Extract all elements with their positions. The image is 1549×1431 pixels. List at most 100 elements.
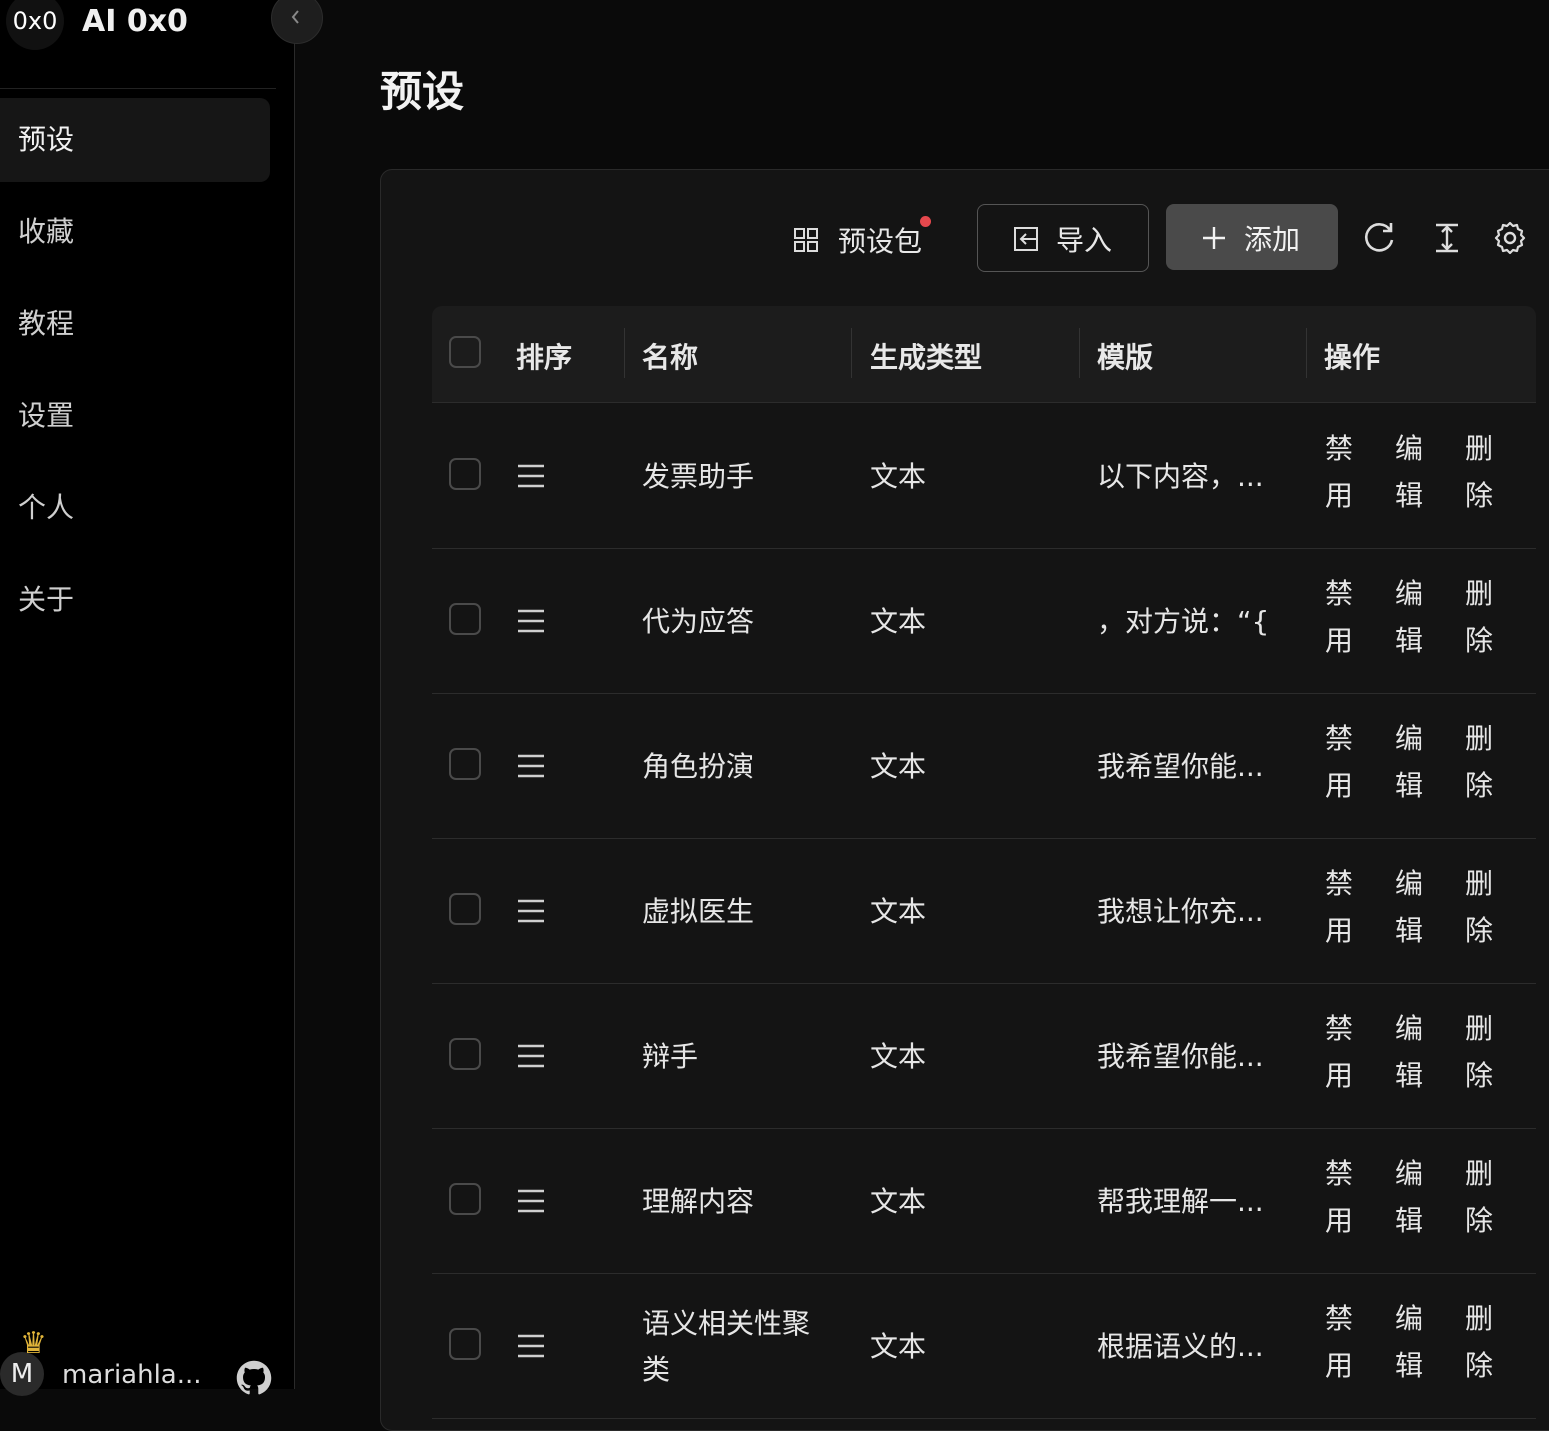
grid-icon <box>794 228 818 252</box>
add-button[interactable]: 添加 <box>1166 204 1338 270</box>
row-name: 语义相关性聚类 <box>642 1307 811 1386</box>
sidebar: 0x0 AI 0x0 预设 收藏 教程 设置 个人 关于 M ♛ mariahl… <box>0 0 295 1396</box>
row-checkbox[interactable] <box>449 1183 481 1215</box>
table-row[interactable]: 发票助手 文本 以下内容，... 禁用 编辑 删除 <box>432 403 1536 549</box>
crown-icon: ♛ <box>20 1326 47 1361</box>
table-row[interactable]: 理解内容 文本 帮我理解一... 禁用 编辑 删除 <box>432 1128 1536 1274</box>
row-checkbox[interactable] <box>449 748 481 780</box>
delete-button[interactable]: 删除 <box>1462 1150 1496 1244</box>
page-title: 预设 <box>380 67 465 116</box>
sidebar-item-settings[interactable]: 设置 <box>0 374 270 458</box>
user-panel[interactable]: M ♛ mariahla... <box>0 1326 290 1396</box>
collapse-sidebar-button[interactable] <box>271 0 323 44</box>
edit-button[interactable]: 编辑 <box>1392 715 1426 809</box>
row-type: 文本 <box>870 1330 927 1363</box>
drag-handle-icon[interactable] <box>516 461 546 491</box>
table-row[interactable]: 角色扮演 文本 我希望你能... 禁用 编辑 删除 <box>432 693 1536 839</box>
column-height-icon[interactable] <box>1430 220 1464 256</box>
row-name: 代为应答 <box>642 605 755 638</box>
row-checkbox[interactable] <box>449 1328 481 1360</box>
row-name: 理解内容 <box>642 1185 755 1218</box>
header-type[interactable]: 生成类型 <box>870 336 982 376</box>
row-checkbox[interactable] <box>449 1038 481 1070</box>
row-template: 我希望你能... <box>1097 750 1264 783</box>
header-divider <box>1306 328 1307 378</box>
disable-button[interactable]: 禁用 <box>1322 1295 1356 1389</box>
row-type: 文本 <box>870 605 927 638</box>
edit-button[interactable]: 编辑 <box>1392 570 1426 664</box>
refresh-icon[interactable] <box>1362 220 1396 256</box>
delete-button[interactable]: 删除 <box>1462 860 1496 954</box>
row-type: 文本 <box>870 1185 927 1218</box>
username[interactable]: mariahla... <box>62 1360 202 1390</box>
sidebar-nav: 预设 收藏 教程 设置 个人 关于 <box>0 98 270 650</box>
delete-button[interactable]: 删除 <box>1462 1005 1496 1099</box>
sidebar-item-favorites[interactable]: 收藏 <box>0 190 270 274</box>
header-name[interactable]: 名称 <box>642 336 698 376</box>
row-type: 文本 <box>870 750 927 783</box>
table-row[interactable]: 语义相关性聚类 文本 根据语义的... 禁用 编辑 删除 <box>432 1273 1536 1419</box>
row-checkbox[interactable] <box>449 603 481 635</box>
drag-handle-icon[interactable] <box>516 1331 546 1361</box>
header-divider <box>624 328 625 378</box>
github-icon[interactable] <box>236 1360 272 1400</box>
row-checkbox[interactable] <box>449 893 481 925</box>
row-template: ，对方说：“{... <box>1097 605 1272 638</box>
drag-handle-icon[interactable] <box>516 751 546 781</box>
edit-button[interactable]: 编辑 <box>1392 1295 1426 1389</box>
import-label: 导入 <box>1056 224 1113 257</box>
header-actions: 操作 <box>1324 341 1381 374</box>
app-title: AI 0x0 <box>82 4 188 39</box>
disable-button[interactable]: 禁用 <box>1322 1005 1356 1099</box>
sidebar-item-about[interactable]: 关于 <box>0 558 270 642</box>
notification-dot <box>920 216 931 227</box>
edit-button[interactable]: 编辑 <box>1392 860 1426 954</box>
edit-button[interactable]: 编辑 <box>1392 425 1426 519</box>
disable-button[interactable]: 禁用 <box>1322 715 1356 809</box>
row-type: 文本 <box>870 895 927 928</box>
row-template: 我想让你充... <box>1097 895 1264 928</box>
disable-button[interactable]: 禁用 <box>1322 1150 1356 1244</box>
chevron-left-icon <box>291 10 299 24</box>
import-icon <box>1014 227 1038 251</box>
delete-button[interactable]: 删除 <box>1462 425 1496 519</box>
row-template: 以下内容，... <box>1097 460 1264 493</box>
header-template[interactable]: 模版 <box>1097 336 1153 376</box>
edit-button[interactable]: 编辑 <box>1392 1005 1426 1099</box>
select-all-checkbox[interactable] <box>449 336 481 368</box>
import-button[interactable]: 导入 <box>977 204 1149 272</box>
sidebar-item-profile[interactable]: 个人 <box>0 466 270 550</box>
delete-button[interactable]: 删除 <box>1462 1295 1496 1389</box>
row-name: 发票助手 <box>642 460 755 493</box>
delete-button[interactable]: 删除 <box>1462 715 1496 809</box>
brand-divider <box>0 88 276 89</box>
sidebar-item-presets[interactable]: 预设 <box>0 98 270 182</box>
table-header: 排序 名称 生成类型 模版 操作 <box>432 306 1536 403</box>
row-type: 文本 <box>870 1040 927 1073</box>
delete-button[interactable]: 删除 <box>1462 570 1496 664</box>
disable-button[interactable]: 禁用 <box>1322 860 1356 954</box>
row-checkbox[interactable] <box>449 458 481 490</box>
drag-handle-icon[interactable] <box>516 896 546 926</box>
table-row[interactable]: 代为应答 文本 ，对方说：“{... 禁用编辑删除 <box>432 548 1536 694</box>
table-row[interactable]: 虚拟医生 文本 我想让你充... 禁用 编辑 删除 <box>432 838 1536 984</box>
row-name: 辩手 <box>642 1040 699 1073</box>
disable-button[interactable]: 禁用 <box>1322 425 1356 519</box>
preset-pack-label: 预设包 <box>838 225 923 258</box>
gear-icon[interactable] <box>1493 220 1527 256</box>
row-name: 虚拟医生 <box>642 895 755 928</box>
row-template: 我希望你能... <box>1097 1040 1264 1073</box>
table-row[interactable]: 辩手 文本 我希望你能... 禁用 编辑 删除 <box>432 983 1536 1129</box>
drag-handle-icon[interactable] <box>516 1041 546 1071</box>
edit-button[interactable]: 编辑 <box>1392 1150 1426 1244</box>
drag-handle-icon[interactable] <box>516 606 546 636</box>
header-sort: 排序 <box>516 341 573 374</box>
sidebar-item-tutorials[interactable]: 教程 <box>0 282 270 366</box>
app-logo: 0x0 <box>6 0 64 50</box>
plus-icon <box>1203 227 1225 249</box>
drag-handle-icon[interactable] <box>516 1186 546 1216</box>
row-template: 根据语义的... <box>1097 1330 1264 1363</box>
header-divider <box>851 328 852 378</box>
disable-button[interactable]: 禁用 <box>1322 570 1356 664</box>
add-label: 添加 <box>1244 223 1301 256</box>
